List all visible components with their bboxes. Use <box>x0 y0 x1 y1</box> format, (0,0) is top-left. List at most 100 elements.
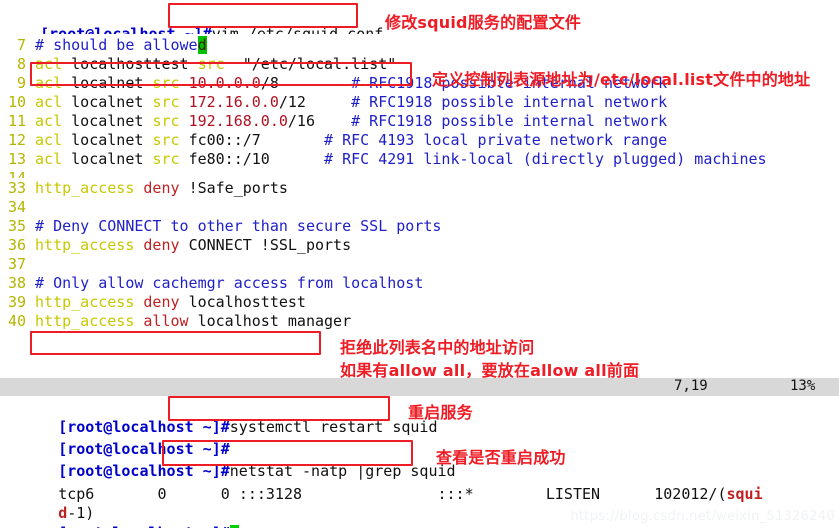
vim-code-segment <box>279 74 351 92</box>
vim-status-bar <box>0 378 839 396</box>
vim-line: 11 acl localnet src 192.168.0.0/16 # RFC… <box>0 112 667 131</box>
vim-code-segment: # Deny CONNECT to other than secure SSL … <box>35 217 442 235</box>
vim-code-segment: CONNECT !SSL_ports <box>188 236 352 254</box>
vim-line: 14 <box>0 169 35 178</box>
terminal-final-prompt-line: [root@localhost ~]# <box>4 505 239 528</box>
vim-line-number: 40 <box>7 312 26 330</box>
vim-code-segment: fc00::/7 <box>188 131 261 149</box>
vim-line: 10 acl localnet src 172.16.0.0/12 # RFC1… <box>0 93 667 112</box>
vim-line-number: 38 <box>7 274 26 292</box>
vim-code-segment: # RFC 4193 local private network range <box>324 131 668 149</box>
vim-code-segment: localnet <box>71 131 153 149</box>
vim-line-number: 35 <box>7 217 26 235</box>
vim-line-number: 7 <box>16 36 26 54</box>
vim-code-segment: # Only allow cachemgr access from localh… <box>35 274 424 292</box>
vim-code-segment: http_access <box>35 179 144 197</box>
restart-command-text: systemctl restart squid <box>229 418 438 436</box>
vim-code-segment: # RFC1918 possible internal network <box>351 112 668 130</box>
vim-code-segment: # RFC1918 possible internal network <box>351 93 668 111</box>
netstat-recvq: 0 <box>157 485 167 503</box>
vim-line: 7 # should be allowed <box>0 36 207 55</box>
netstat-sendq: 0 <box>220 485 230 503</box>
vim-code-segment: localhost manager <box>197 312 352 330</box>
vim-line-number: 12 <box>7 131 26 149</box>
screenshot-root: [root@localhost ~]#vim /etc/squid.conf 修… <box>0 0 839 528</box>
vim-cursor-position: 7,19 <box>674 378 708 394</box>
vim-code-segment: deny <box>143 293 189 311</box>
vim-line-number: 39 <box>7 293 26 311</box>
vim-line-number: 10 <box>7 93 26 111</box>
vim-code-segment: src <box>152 131 189 149</box>
vim-code-segment: "/etc/local.list" <box>224 55 397 73</box>
vim-code-segment: d <box>197 36 207 54</box>
vim-code-segment: localhosttest <box>71 55 198 73</box>
vim-line: 38 # Only allow cachemgr access from loc… <box>0 274 423 293</box>
spacer-6 <box>600 485 654 503</box>
vim-code-segment: acl <box>35 150 72 168</box>
vim-line: 35 # Deny CONNECT to other than secure S… <box>0 217 441 236</box>
vim-code-segment: # RFC 4291 link-local (directly plugged)… <box>324 150 767 168</box>
vim-scroll-percent: 13% <box>790 378 816 394</box>
vim-line: 34 <box>0 198 35 217</box>
csdn-watermark: https://blog.csdn.net/weixin_51326240 <box>570 509 835 524</box>
vim-line-number: 8 <box>16 55 26 73</box>
vim-code-segment: acl <box>35 74 72 92</box>
vim-code-segment: http_access <box>35 312 144 330</box>
annotation-acl-definition: 定义控制列表源地址为/etc/local.list文件中的地址 <box>432 70 811 89</box>
vim-line: 8 acl localhosttest src "/etc/local.list… <box>0 55 396 74</box>
vim-line-number: 9 <box>16 74 26 92</box>
vim-line: 12 acl localnet src fc00::/7 # RFC 4193 … <box>0 131 667 150</box>
vim-code-segment: # should be allowe <box>35 36 198 54</box>
vim-line-number: 11 <box>7 112 26 130</box>
vim-line-number: 37 <box>7 255 26 273</box>
vim-code-segment: acl <box>35 112 72 130</box>
vim-code-segment: 10.0.0.0 <box>188 74 261 92</box>
vim-code-segment: src <box>152 74 189 92</box>
vim-line: 33 http_access deny !Safe_ports <box>0 179 288 198</box>
vim-code-segment: 192.168.0.0 <box>188 112 288 130</box>
annotation-deny-list: 拒绝此列表名中的地址访问 <box>340 338 535 357</box>
vim-code-segment: acl <box>35 131 72 149</box>
vim-code-segment: src <box>152 93 189 111</box>
vim-line-number: 33 <box>7 179 26 197</box>
vim-code-segment: localnet <box>71 74 153 92</box>
netstat-pid-program: 102012/( <box>654 485 727 503</box>
vim-code-segment: /16 <box>287 112 315 130</box>
vim-code-segment <box>306 93 351 111</box>
prompt-hash: # <box>221 524 230 528</box>
vim-code-segment: deny <box>143 236 189 254</box>
vim-code-segment: allow <box>143 312 198 330</box>
vim-line: 36 http_access deny CONNECT !SSL_ports <box>0 236 351 255</box>
netstat-program-name: squi <box>726 485 763 503</box>
vim-line-number: 36 <box>7 236 26 254</box>
vim-code-segment: localnet <box>71 150 153 168</box>
vim-code-segment <box>261 131 324 149</box>
vim-code-segment: /8 <box>260 74 279 92</box>
vim-code-segment: http_access <box>35 293 144 311</box>
shell-prompt: [root@localhost ~] <box>58 524 221 528</box>
vim-line-number: 34 <box>7 198 26 216</box>
annotation-check-restart: 查看是否重启成功 <box>436 448 566 467</box>
vim-line: 37 <box>0 255 35 274</box>
vim-code-segment: localnet <box>71 112 153 130</box>
vim-code-segment: 172.16.0.0 <box>188 93 279 111</box>
netstat-state: LISTEN <box>545 485 601 503</box>
spacer-3 <box>230 485 239 503</box>
spacer-1 <box>94 485 157 503</box>
vim-code-segment: !Safe_ports <box>188 179 288 197</box>
vim-code-segment: acl <box>35 93 72 111</box>
vim-code-segment <box>270 150 324 168</box>
spacer-4 <box>302 485 437 503</box>
netstat-foreign-address: :::* <box>437 485 474 503</box>
spacer-5 <box>474 485 546 503</box>
vim-code-segment: localnet <box>71 93 153 111</box>
vim-code-segment: http_access <box>35 236 144 254</box>
vim-line: 40 http_access allow localhost manager <box>0 312 351 331</box>
annotation-restart-service: 重启服务 <box>408 403 473 422</box>
annotation-edit-config: 修改squid服务的配置文件 <box>385 13 582 32</box>
vim-code-segment <box>315 112 351 130</box>
spacer-2 <box>167 485 221 503</box>
vim-code-segment: src <box>152 150 189 168</box>
vim-line-number: 14 <box>7 169 26 178</box>
netstat-local-address: :::3128 <box>238 485 303 503</box>
